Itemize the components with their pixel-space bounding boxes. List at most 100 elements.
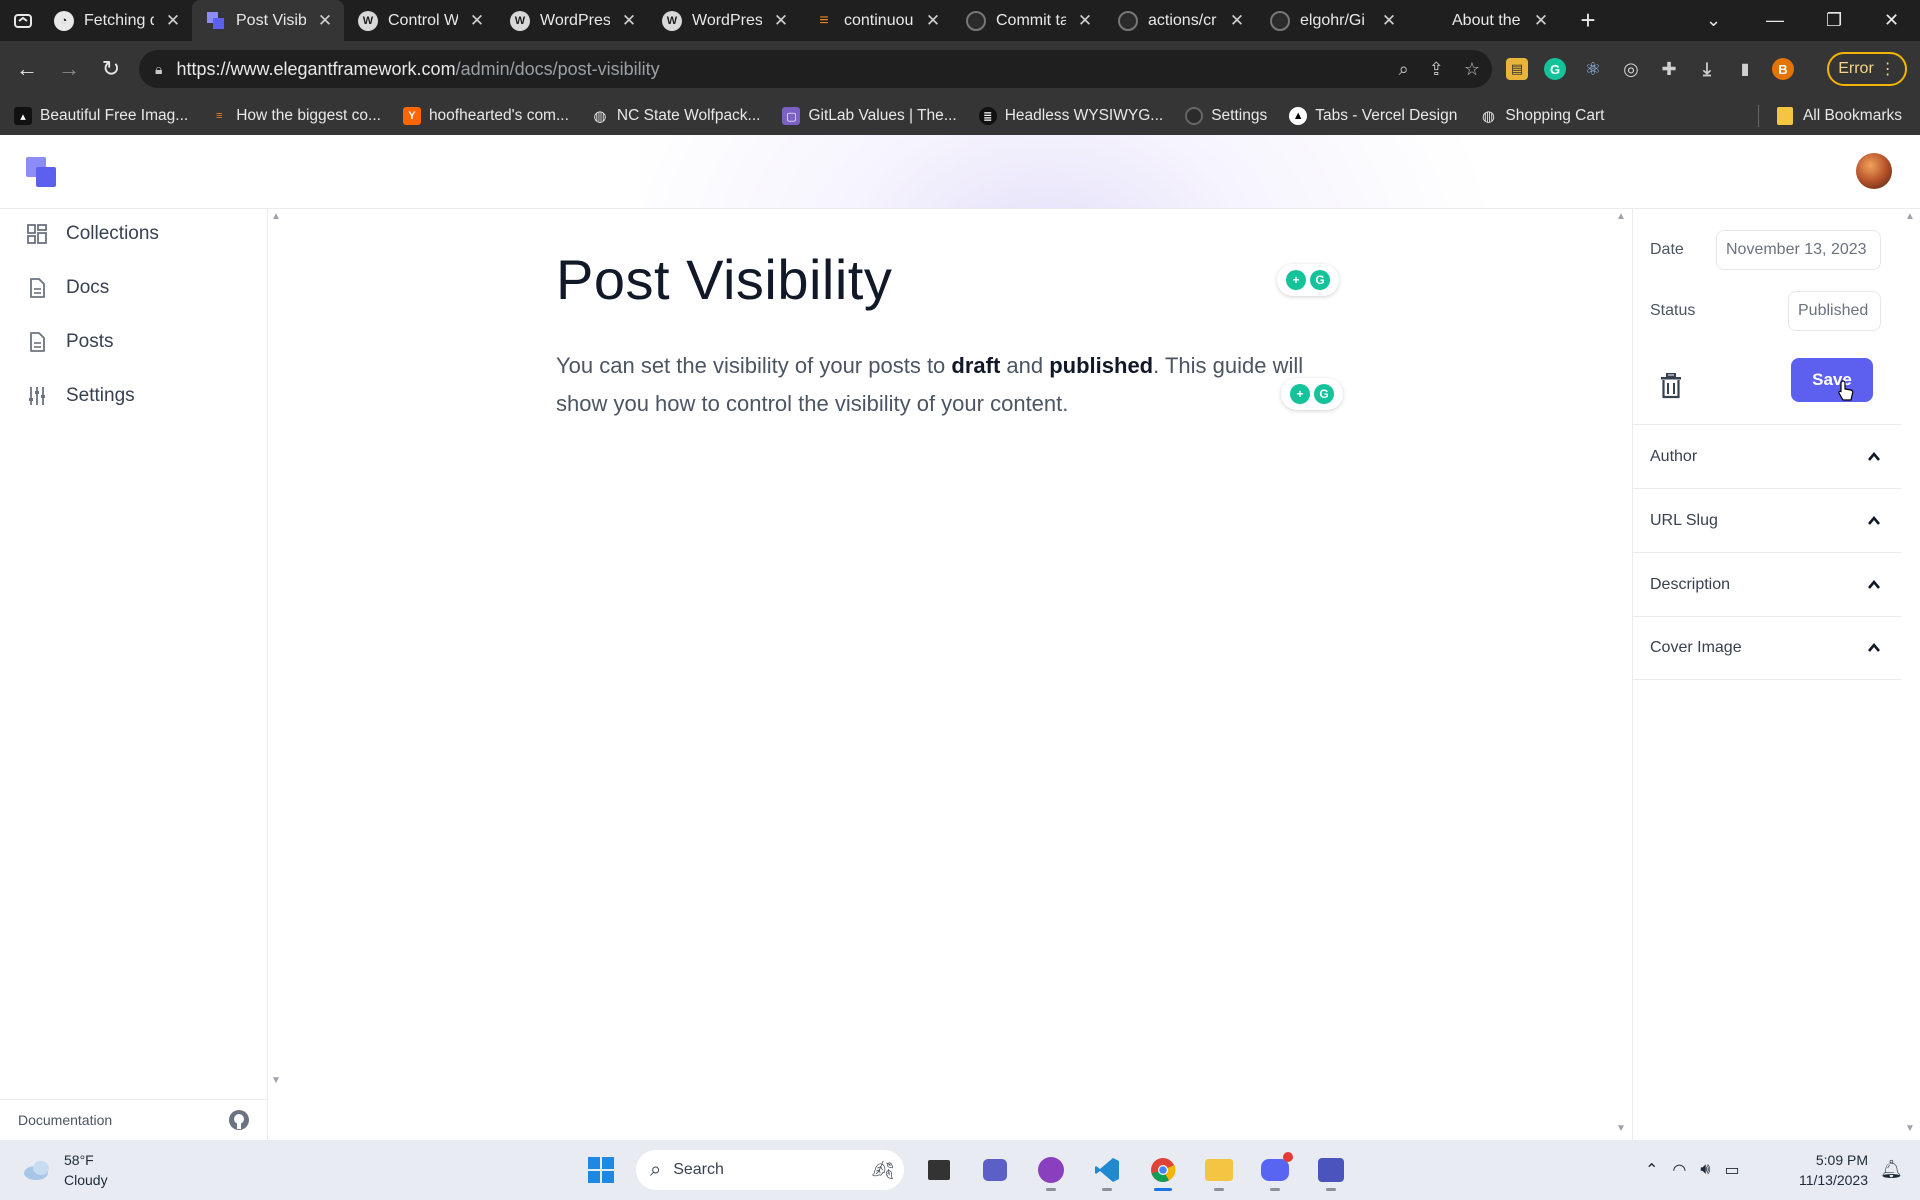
browser-tab[interactable]: ◔ Fetching d ✕ (40, 0, 192, 41)
close-icon[interactable]: ✕ (164, 11, 182, 31)
app-logo-icon[interactable] (26, 157, 60, 191)
window-close-button[interactable]: ✕ (1884, 0, 1899, 41)
close-icon[interactable]: ✕ (772, 11, 790, 31)
teams-app[interactable] (1310, 1149, 1352, 1191)
browser-tab[interactable]: elgohr/Gi ✕ (1256, 0, 1408, 41)
side-panel-icon[interactable]: ▮ (1734, 58, 1756, 80)
wifi-icon[interactable]: ◠ (1672, 1160, 1686, 1180)
back-button[interactable]: ← (12, 54, 42, 84)
close-icon[interactable]: ✕ (1380, 11, 1398, 31)
sidebar-item-settings[interactable]: Settings (26, 385, 135, 407)
download-icon[interactable]: ⤓ (1696, 58, 1718, 80)
date-field[interactable]: November 13, 2023 (1716, 230, 1881, 270)
teams-chat-app[interactable] (974, 1149, 1016, 1191)
close-icon[interactable]: ✕ (316, 11, 334, 31)
sidebar-item-collections[interactable]: Collections (26, 223, 159, 245)
error-button[interactable]: Error ⋮ (1827, 52, 1907, 86)
editor-area[interactable]: Post Visibility + G You can set the visi… (286, 209, 1612, 1140)
bookmark-item[interactable]: ◍ NC State Wolfpack... (591, 107, 760, 125)
grammarly-widget[interactable]: + G (1281, 378, 1343, 410)
sidebar-item-posts[interactable]: Posts (26, 331, 114, 353)
close-icon[interactable]: ✕ (1076, 11, 1094, 31)
chevron-up-icon[interactable]: ⌃ (1645, 1160, 1658, 1180)
bookmark-item[interactable]: Yhoofhearted's com... (402, 107, 569, 125)
grammarly-extension-icon[interactable]: G (1544, 58, 1566, 80)
editor-scrollbar[interactable]: ▲ ▼ (1612, 209, 1630, 1140)
taskbar-search[interactable]: ⌕ Search 🍂︎ (636, 1150, 904, 1190)
bookmark-item[interactable]: ≡ How the biggest co... (210, 107, 381, 125)
scroll-up-arrow-icon[interactable]: ▲ (1905, 211, 1915, 222)
trash-icon[interactable] (1659, 373, 1683, 399)
scroll-up-arrow-icon[interactable]: ▲ (1616, 211, 1626, 222)
volume-icon[interactable]: 🔊︎ (1700, 1161, 1710, 1179)
browser-tab[interactable]: W WordPres ✕ (648, 0, 800, 41)
close-icon[interactable]: ✕ (1228, 11, 1246, 31)
accordion-author[interactable]: Author (1633, 424, 1901, 488)
zoom-icon[interactable]: ⌕ (1399, 59, 1409, 80)
address-bar[interactable]: 🔒︎ https://www.elegantframework.com/admi… (139, 50, 1492, 88)
browser-tab[interactable]: Commit ta ✕ (952, 0, 1104, 41)
minimize-button[interactable]: — (1766, 0, 1784, 41)
chevron-up-icon (1868, 642, 1880, 652)
accordion-url-slug[interactable]: URL Slug (1633, 488, 1901, 552)
scroll-down-arrow-icon[interactable]: ▼ (271, 1075, 281, 1086)
bookmark-item[interactable]: ▢ GitLab Values | The... (782, 107, 957, 125)
browser-tab[interactable]: actions/cr ✕ (1104, 0, 1256, 41)
close-icon[interactable]: ✕ (924, 11, 942, 31)
github-desktop-app[interactable] (1030, 1149, 1072, 1191)
accordion-description[interactable]: Description (1633, 552, 1901, 616)
browser-tab[interactable]: ≡ continuou ✕ (800, 0, 952, 41)
scroll-down-arrow-icon[interactable]: ▼ (1616, 1123, 1626, 1134)
browser-tab[interactable]: W Control W ✕ (344, 0, 496, 41)
grammarly-widget[interactable]: + G (1277, 264, 1339, 296)
save-button[interactable]: Save (1791, 358, 1873, 402)
bookmark-item[interactable]: ≣ Headless WYSIWYG... (978, 107, 1163, 125)
browser-tab[interactable]: W WordPres ✕ (496, 0, 648, 41)
bookmark-item[interactable]: ▲ Tabs - Vercel Design (1289, 107, 1457, 125)
restore-button[interactable]: ❐ (1826, 0, 1842, 41)
close-icon[interactable]: ✕ (620, 11, 638, 31)
bookmark-star-icon[interactable]: ☆ (1464, 59, 1480, 80)
discord-app[interactable] (1254, 1149, 1296, 1191)
forward-button[interactable]: → (54, 54, 84, 84)
extension-icon[interactable]: ▤ (1506, 58, 1528, 80)
taskbar-clock[interactable]: 5:09 PM 11/13/2023 (1776, 1150, 1868, 1190)
reload-button[interactable]: ↻ (96, 54, 126, 84)
documentation-link[interactable]: Documentation (18, 1112, 112, 1128)
status-field[interactable]: Published (1788, 291, 1881, 331)
vscode-app[interactable] (1086, 1149, 1128, 1191)
battery-icon[interactable]: ▭ (1724, 1160, 1739, 1180)
weather-widget[interactable]: 58°F Cloudy (22, 1150, 108, 1190)
profile-avatar[interactable]: B (1772, 58, 1794, 80)
file-explorer-app[interactable] (1198, 1149, 1240, 1191)
page-title[interactable]: Post Visibility (556, 247, 892, 312)
user-avatar[interactable] (1856, 153, 1892, 189)
chrome-app[interactable] (1142, 1149, 1184, 1191)
bookmark-item[interactable]: ◍ Shopping Cart (1479, 107, 1605, 125)
target-extension-icon[interactable]: ◎ (1620, 58, 1642, 80)
page-body[interactable]: You can set the visibility of your posts… (556, 347, 1336, 423)
sidebar-item-docs[interactable]: Docs (26, 277, 109, 299)
github-icon[interactable] (228, 1109, 250, 1131)
scroll-down-arrow-icon[interactable]: ▼ (1905, 1123, 1915, 1134)
new-tab-button[interactable]: + (1568, 5, 1608, 36)
tab-search-icon[interactable] (6, 0, 40, 41)
sidebar-scrollbar[interactable]: ▲ ▼ (268, 209, 286, 1089)
extensions-puzzle-icon[interactable]: ✚ (1658, 58, 1680, 80)
react-devtools-icon[interactable]: ⚛ (1582, 58, 1604, 80)
file-manager-app[interactable] (918, 1149, 960, 1191)
close-icon[interactable]: ✕ (468, 11, 486, 31)
bookmark-item[interactable]: Settings (1185, 107, 1267, 125)
browser-tab-active[interactable]: Post Visibi ✕ (192, 0, 344, 41)
panel-scrollbar[interactable]: ▲ ▼ (1900, 209, 1920, 1140)
tab-list-chevron-icon[interactable]: ⌄ (1706, 0, 1721, 41)
accordion-cover-image[interactable]: Cover Image (1633, 616, 1901, 680)
share-icon[interactable]: ⇪ (1429, 59, 1444, 80)
scroll-up-arrow-icon[interactable]: ▲ (271, 211, 281, 222)
browser-tab[interactable]: About the ✕ (1408, 0, 1560, 41)
all-bookmarks-button[interactable]: All Bookmarks (1757, 97, 1902, 135)
notification-bell-icon[interactable]: 🔔︎ (1880, 1159, 1903, 1180)
close-icon[interactable]: ✕ (1532, 11, 1550, 31)
bookmark-item[interactable]: ▴ Beautiful Free Imag... (14, 107, 188, 125)
windows-start-button[interactable] (580, 1149, 622, 1191)
